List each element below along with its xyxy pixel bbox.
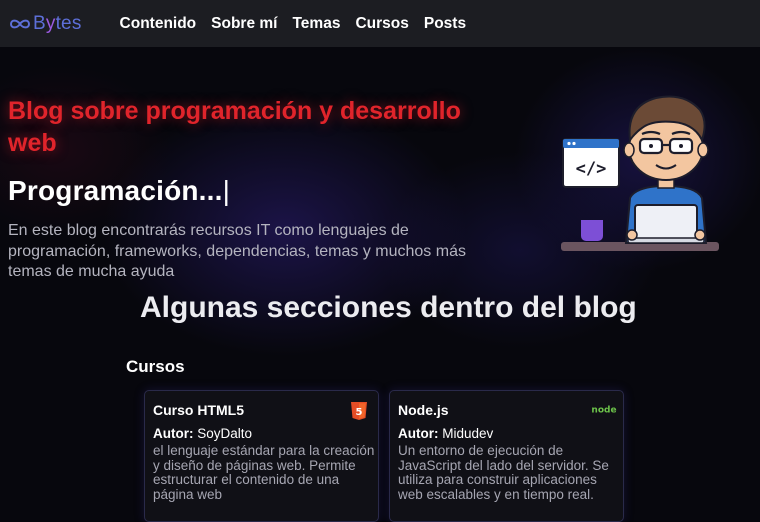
laptop-icon [627, 204, 705, 244]
card-author: Autor: Midudev [398, 426, 494, 441]
course-card-html5[interactable]: Curso HTML5 5 Autor: SoyDalto el lenguaj… [144, 390, 379, 522]
developer-illustration: </> [561, 95, 719, 251]
svg-text:</>: </> [576, 159, 607, 179]
navbar: Bytes Contenido Sobre mí Temas Cursos Po… [0, 0, 760, 47]
brand-name: Bytes [33, 12, 82, 34]
html5-icon: 5 [351, 402, 367, 420]
nav-link-cursos[interactable]: Cursos [355, 15, 408, 33]
infinity-icon [9, 19, 31, 28]
brand-logo[interactable]: Bytes [9, 13, 82, 35]
mug-icon [581, 220, 603, 241]
course-card-nodejs[interactable]: Node.js node Autor: Midudev Un entorno d… [389, 390, 624, 522]
card-description: Un entorno de ejecución de JavaScript de… [398, 443, 609, 502]
main-nav: Contenido Sobre mí Temas Cursos Posts [120, 15, 482, 33]
svg-text:5: 5 [356, 407, 363, 418]
typed-text: Programación... [8, 175, 223, 206]
card-title: Node.js [398, 402, 449, 418]
hero-title: Blog sobre programación y desarrollo web [8, 97, 461, 157]
nav-link-posts[interactable]: Posts [424, 15, 466, 33]
card-description: el lenguaje estándar para la creación y … [153, 443, 375, 502]
typing-cursor: | [222, 175, 231, 206]
svg-text:node: node [591, 406, 616, 416]
code-window-icon: </> [562, 138, 620, 188]
nav-link-contenido[interactable]: Contenido [120, 15, 197, 33]
hero-description: En este blog encontrarás recursos IT com… [8, 222, 466, 280]
card-author: Autor: SoyDalto [153, 426, 253, 441]
card-title: Curso HTML5 [153, 402, 244, 418]
sections-heading: Algunas secciones dentro del blog [140, 291, 637, 324]
nodejs-icon: node [591, 406, 616, 416]
nav-link-temas[interactable]: Temas [292, 15, 340, 33]
nav-link-sobre-mi[interactable]: Sobre mí [211, 15, 277, 33]
category-label: Cursos [126, 357, 185, 376]
typed-heading: Programación...| [8, 175, 230, 207]
